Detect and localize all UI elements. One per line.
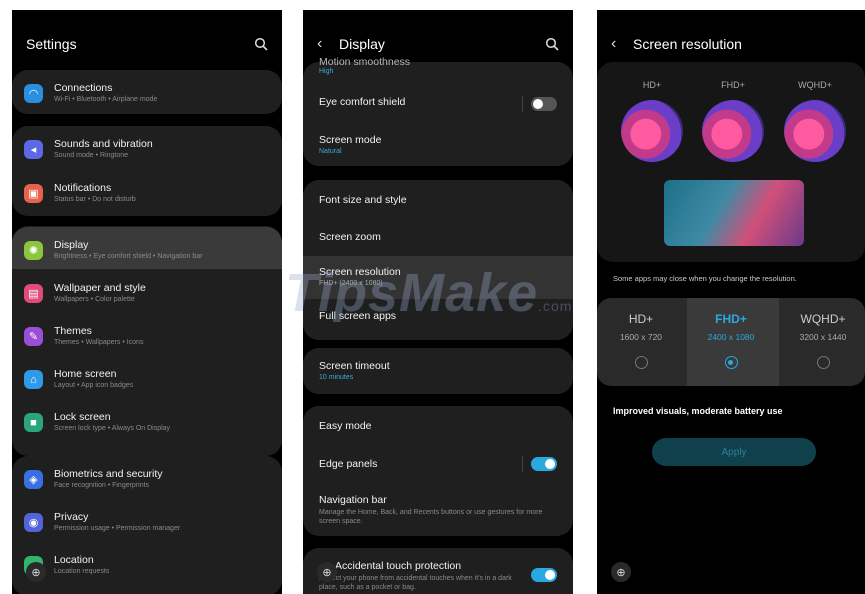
item-title: Display [54, 239, 89, 251]
resolution-note: Some apps may close when you change the … [613, 274, 797, 283]
item-subtitle: Sound mode • Ringtone [54, 152, 129, 159]
card-smoothness: Motion smoothness High Eye comfort shiel… [303, 56, 573, 167]
resolution-panel: ‹ Screen resolution HD+ FHD+ WQHD+ Some … [597, 10, 865, 594]
option-resolution: 2400 x 1080 [707, 332, 755, 342]
brush-icon: ✎ [24, 327, 43, 346]
page-title: Settings [26, 36, 77, 52]
item-title: Biometrics and security [54, 468, 163, 480]
privacy-icon: ◉ [24, 513, 43, 532]
settings-item-notifications[interactable]: ▣ Notifications Status bar • Do not distur… [12, 172, 282, 215]
settings-item-sounds-and-vibration[interactable]: ◂ Sounds and vibration Sound mode • Ringto… [12, 128, 282, 171]
edge-panels-toggle[interactable] [531, 457, 557, 471]
card-accidental: Accidental touch protection Protect your… [303, 548, 573, 594]
option-radio[interactable] [634, 356, 648, 369]
eye-comfort-toggle[interactable] [531, 97, 557, 111]
settings-panel: Settings ◠ Connections Wi-Fi • Bluetooth •… [12, 10, 282, 594]
eye-comfort-item[interactable]: Eye comfort shield [303, 86, 573, 122]
preview-label-fhd: FHD+ [721, 80, 745, 90]
item-title: Notifications [54, 182, 112, 194]
preview-label-hd: HD+ [642, 80, 662, 90]
lock-icon: ■ [24, 413, 43, 432]
option-radio[interactable] [724, 356, 738, 369]
settings-item-wallpaper-and-style[interactable]: ▤ Wallpaper and style Wallpapers • Color p… [12, 272, 282, 315]
edge-panels-item[interactable]: Edge panels [303, 444, 573, 487]
item-subtitle: Permission usage • Permission manager [54, 525, 181, 532]
item-subtitle: Wallpapers • Color palette [54, 296, 135, 303]
settings-item-lock-screen[interactable]: ■ Lock screen Screen lock type • Always On… [12, 401, 282, 444]
zoom-icon[interactable]: ⊕ [26, 562, 46, 582]
resolution-option-hd-plus[interactable]: HD+ 1600 x 720 [597, 298, 685, 386]
home-icon: ⌂ [24, 370, 43, 389]
resolution-description: Improved visuals, moderate battery use [613, 406, 783, 416]
sun-icon: ✺ [24, 241, 43, 260]
item-subtitle: Status bar • Do not disturb [54, 196, 136, 203]
settings-item-privacy[interactable]: ◉ Privacy Permission usage • Permission ma… [12, 501, 282, 544]
search-icon[interactable] [545, 37, 559, 51]
item-subtitle: Screen lock type • Always On Display [54, 425, 171, 432]
item-subtitle: Brightness • Eye comfort shield • Naviga… [54, 253, 203, 260]
search-icon[interactable] [254, 37, 268, 51]
card-easy: Easy mode Edge panels Navigation bar Man… [303, 406, 573, 536]
preview-image-wqhd [784, 100, 846, 162]
option-resolution: 1600 x 720 [619, 332, 663, 342]
settings-item-home-screen[interactable]: ⌂ Home screen Layout • App icon badges [12, 358, 282, 401]
apply-button[interactable]: Apply [652, 438, 816, 466]
settings-item-display[interactable]: ✺ Display Brightness • Eye comfort shield … [12, 229, 282, 272]
preview-image-fhd [702, 100, 764, 162]
item-title: Sounds and vibration [54, 138, 153, 150]
accidental-touch-item[interactable]: Accidental touch protection Protect your… [303, 550, 573, 594]
accidental-touch-toggle[interactable] [531, 568, 557, 582]
zoom-icon[interactable]: ⊕ [317, 562, 337, 582]
card-timeout: Screen timeout 10 minutes [303, 348, 573, 394]
resolution-option-fhd-plus[interactable]: FHD+ 2400 x 1080 [687, 298, 775, 386]
resolution-header: ‹ Screen resolution [611, 34, 851, 54]
item-title: Wallpaper and style [54, 282, 146, 294]
screen-mode-item[interactable]: Screen mode Natural [303, 124, 573, 167]
option-name: WQHD+ [800, 312, 846, 326]
item-title: Lock screen [54, 411, 111, 423]
item-subtitle: Location requests [54, 568, 110, 575]
preview-image-hd [621, 100, 683, 162]
shield-icon: ◈ [24, 470, 43, 489]
bell-icon: ▣ [24, 184, 43, 203]
settings-item-connections[interactable]: ◠ Connections Wi-Fi • Bluetooth • Airplane… [12, 72, 282, 115]
item-title: Location [54, 554, 94, 566]
option-resolution: 3200 x 1440 [799, 332, 847, 342]
motion-smoothness-item[interactable]: Motion smoothness High [303, 50, 573, 80]
item-subtitle: Layout • App icon badges [54, 382, 134, 389]
zoom-icon[interactable]: ⊕ [611, 562, 631, 582]
item-subtitle: Wi-Fi • Bluetooth • Airplane mode [54, 96, 158, 103]
image-icon: ▤ [24, 284, 43, 303]
item-title: Connections [54, 82, 113, 94]
item-title: Themes [54, 325, 92, 337]
settings-header: Settings [26, 34, 268, 54]
easy-mode-item[interactable]: Easy mode [303, 406, 573, 449]
page-title: Screen resolution [633, 36, 742, 52]
screen-timeout-item[interactable]: Screen timeout 10 minutes [303, 350, 573, 393]
settings-item-themes[interactable]: ✎ Themes Themes • Wallpapers • Icons [12, 315, 282, 358]
item-title: Privacy [54, 511, 89, 523]
preview-image-wide [664, 180, 804, 246]
option-name: FHD+ [715, 312, 747, 326]
navigation-bar-item[interactable]: Navigation bar Manage the Home, Back, an… [303, 484, 573, 534]
settings-item-location[interactable]: ●LocationLocation requests [12, 544, 282, 587]
screen-zoom-item[interactable]: Screen zoom [303, 217, 573, 260]
settings-item-biometrics-and-security[interactable]: ◈ Biometrics and security Face recognition… [12, 458, 282, 501]
speaker-icon: ◂ [24, 140, 43, 159]
item-title: Home screen [54, 368, 117, 380]
watermark: TipsMake.com [285, 263, 573, 323]
preview-label-wqhd: WQHD+ [798, 80, 832, 90]
option-radio[interactable] [816, 356, 830, 369]
resolution-option-wqhd-plus[interactable]: WQHD+ 3200 x 1440 [779, 298, 865, 386]
item-subtitle: Face recognition • Fingerprints [54, 482, 150, 489]
back-icon[interactable]: ‹ [611, 35, 627, 53]
item-subtitle: Themes • Wallpapers • Icons [54, 339, 144, 346]
option-name: HD+ [628, 312, 654, 326]
wifi-icon: ◠ [24, 84, 43, 103]
